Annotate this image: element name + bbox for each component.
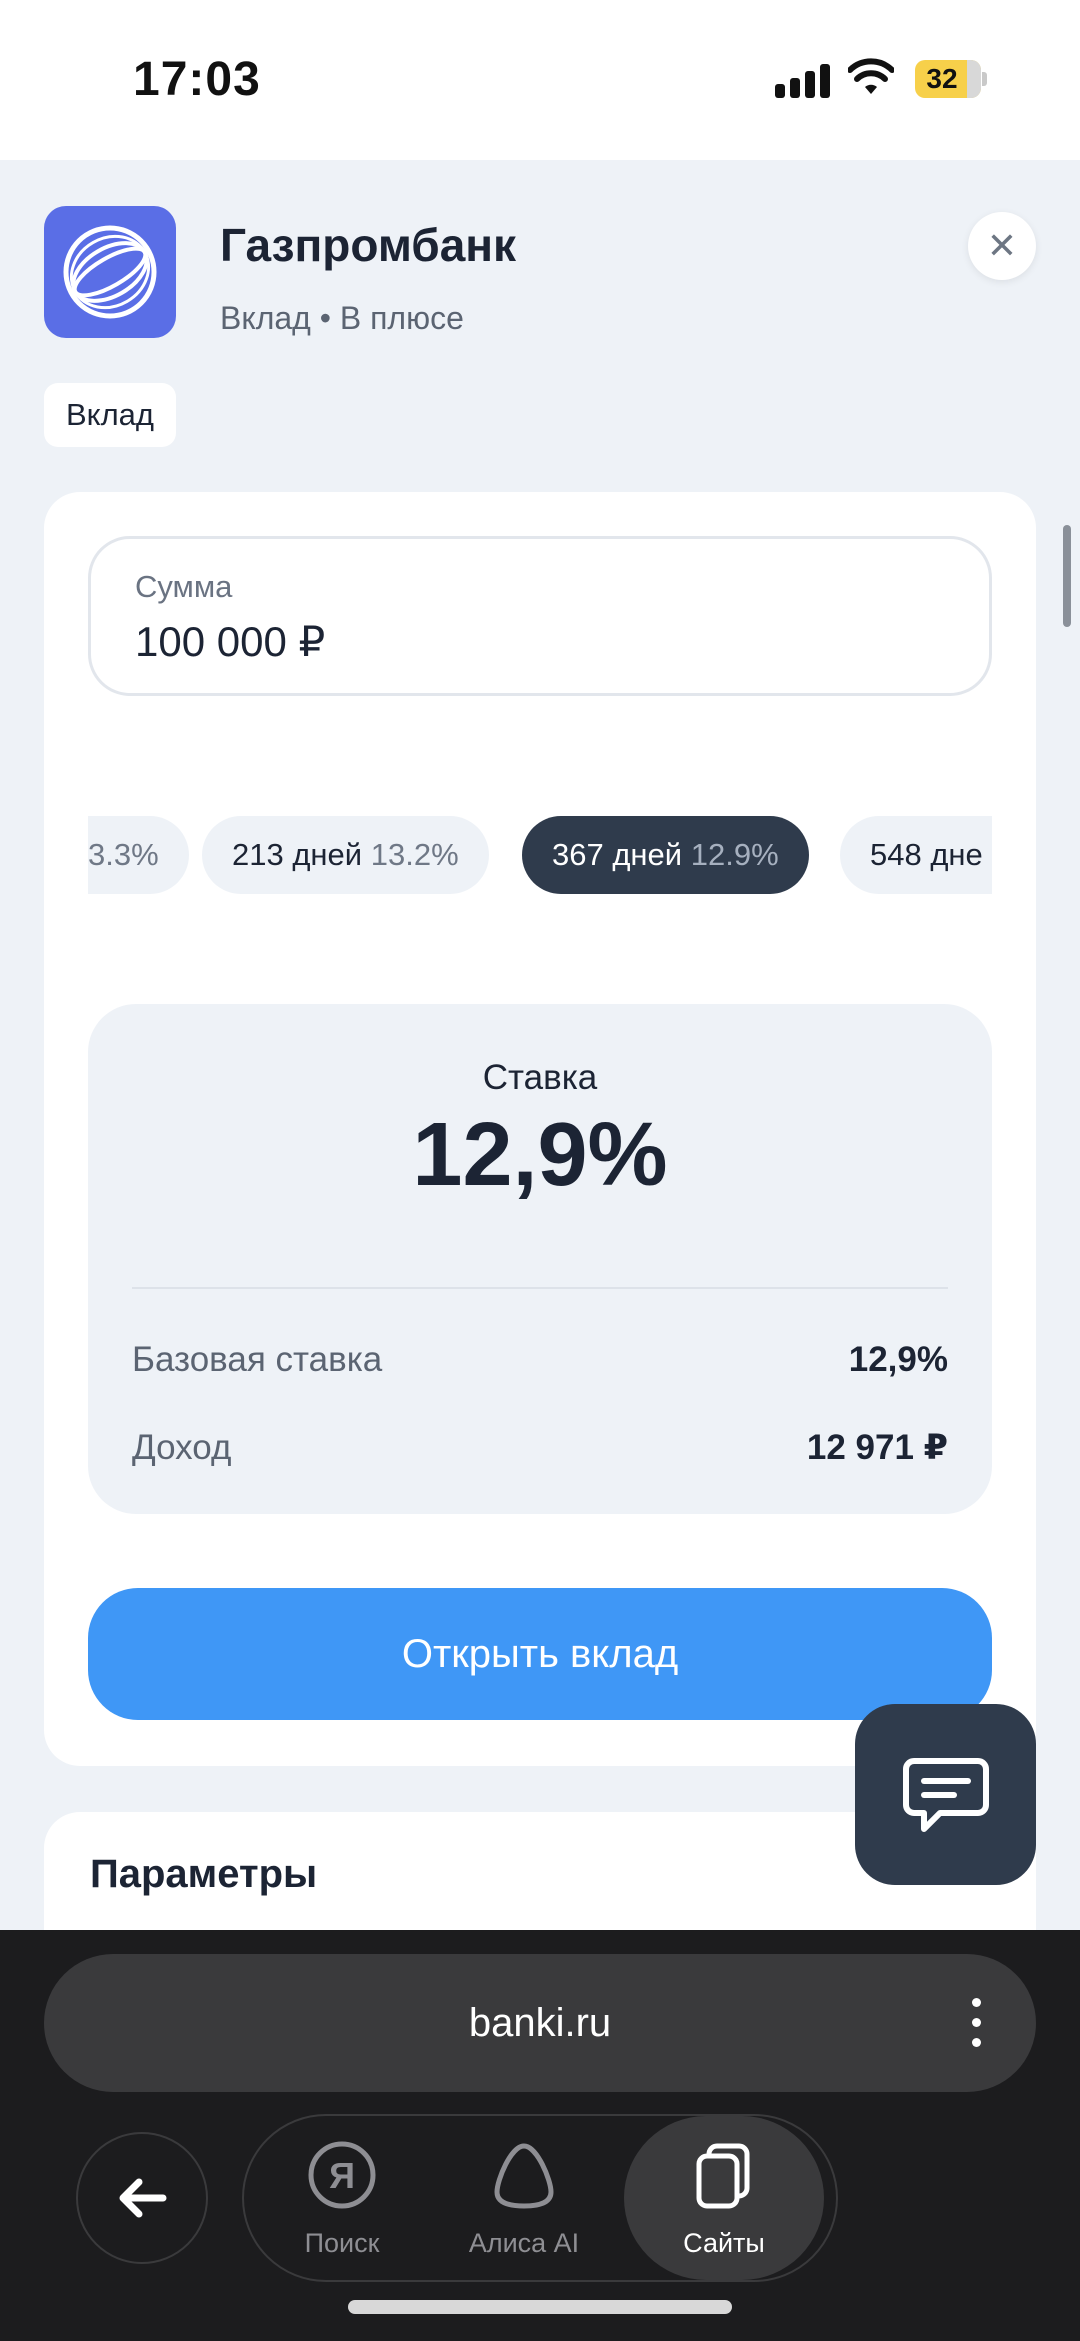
sum-label: Сумма (135, 569, 233, 604)
more-menu-icon[interactable] (968, 1998, 984, 2048)
term-chip[interactable]: 213 дней 13.2% (202, 816, 489, 894)
status-bar: 17:03 32 (0, 0, 1080, 160)
term-chip[interactable]: 548 дне (840, 816, 992, 894)
nav-search[interactable]: Я Поиск (252, 2116, 432, 2280)
nav-sites[interactable]: Сайты (624, 2116, 824, 2280)
nav-alice[interactable]: Алиса AI (434, 2116, 614, 2280)
rate-title: Ставка (482, 1058, 598, 1097)
arrow-left-icon (119, 2178, 167, 2218)
base-rate-value: 12,9% (848, 1340, 948, 1379)
battery-level: 32 (926, 63, 958, 94)
bank-logo (44, 206, 176, 338)
browser-toolbar: banki.ru Я Поиск Алиса AI Сайты (0, 1930, 1080, 2341)
terms-scroller[interactable]: 3.3% 213 дней 13.2% 367 дней 12.9% 548 д… (88, 816, 992, 898)
bank-name: Газпромбанк (220, 219, 517, 271)
signal-icon (775, 62, 831, 98)
income-label: Доход (132, 1428, 232, 1467)
rate-value: 12,9% (412, 1105, 668, 1205)
sum-value[interactable]: 100 000 ₽ (135, 617, 325, 666)
product-tag[interactable]: Вклад (44, 383, 177, 447)
open-deposit-button[interactable]: Открыть вклад (88, 1588, 992, 1720)
rate-summary: Ставка 12,9% Базовая ставка 12,9% Доход … (88, 1004, 992, 1514)
home-indicator[interactable] (348, 2300, 732, 2314)
term-chip[interactable]: 3.3% (88, 816, 189, 894)
close-button[interactable]: ✕ (968, 212, 1036, 280)
chat-icon (902, 1757, 989, 1832)
scrollbar[interactable] (1063, 525, 1071, 627)
base-rate-label: Базовая ставка (132, 1340, 383, 1379)
params-title: Параметры (90, 1852, 318, 1896)
globe-icon (63, 225, 157, 319)
deposit-card: Сумма 100 000 ₽ 3.3% 213 дней 13.2% 367 … (44, 492, 1036, 1766)
chat-button[interactable] (855, 1704, 1036, 1885)
alice-icon (494, 2143, 554, 2209)
income-value: 12 971 ₽ (806, 1428, 948, 1467)
url-text[interactable]: banki.ru (44, 1954, 1036, 2092)
close-icon: ✕ (986, 225, 1018, 266)
wifi-icon (848, 58, 894, 94)
yandex-icon: Я (308, 2141, 376, 2209)
browser-nav: Я Поиск Алиса AI Сайты (242, 2114, 838, 2282)
status-time: 17:03 (133, 53, 261, 106)
address-bar[interactable]: banki.ru (44, 1954, 1036, 2092)
sum-input[interactable]: Сумма 100 000 ₽ (88, 536, 992, 696)
back-button[interactable] (76, 2132, 208, 2264)
battery-icon: 32 (915, 60, 987, 98)
tabs-icon (696, 2143, 750, 2209)
divider (132, 1287, 948, 1289)
svg-text:Я: Я (329, 2155, 355, 2196)
bank-subtitle: Вклад • В плюсе (220, 300, 464, 336)
term-chip-selected[interactable]: 367 дней 12.9% (522, 816, 809, 894)
